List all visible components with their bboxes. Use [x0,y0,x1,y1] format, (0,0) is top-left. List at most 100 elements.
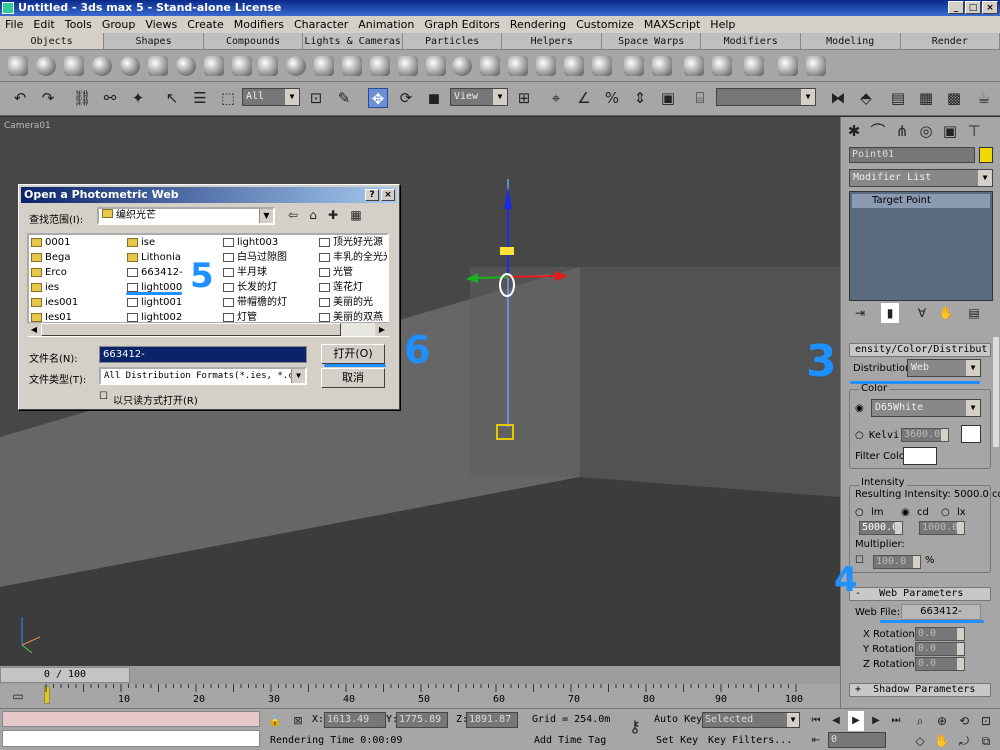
time-slider[interactable]: 0 / 100 [0,666,840,684]
menu-help[interactable]: Help [705,16,740,33]
file-list-item[interactable]: 带帽檐的灯 [223,296,287,310]
file-list-item[interactable]: ies001 [31,296,78,310]
angle-snap-icon[interactable]: ∠ [574,88,594,108]
gear-icon[interactable] [452,56,472,76]
dialog-help-button[interactable]: ? [365,189,379,201]
hose-icon[interactable] [536,56,556,76]
zoom-extents-icon[interactable]: ⊡ [978,711,994,731]
file-list-scrollbar[interactable]: ◀ ▶ [27,322,389,336]
up-folder-icon[interactable]: ⌂ [305,207,321,223]
geosphere-icon[interactable] [176,56,196,76]
viewport-label[interactable]: Camera01 [4,121,51,131]
kelvin-color-swatch[interactable] [961,425,981,443]
file-list-item[interactable]: 美丽的光 [319,296,373,310]
torus-icon[interactable] [92,56,112,76]
tube-icon[interactable] [204,56,224,76]
show-end-result-icon[interactable]: ▮ [881,303,899,323]
material-editor-icon[interactable]: ▩ [944,88,964,108]
tab-objects[interactable]: Objects [0,33,105,49]
modify-tab-icon[interactable]: ⌒ [869,121,887,141]
filename-input[interactable]: 663412- [99,346,307,363]
teapot-icon[interactable] [120,56,140,76]
tab-particles[interactable]: Particles [403,33,503,49]
menu-views[interactable]: Views [140,16,182,33]
x-rotation-spinner[interactable]: 0.0 [915,627,965,641]
object-name-field[interactable]: Point01 [849,147,975,163]
stack-item[interactable]: Target Point [852,194,990,208]
file-list-item[interactable]: light003 [223,236,278,250]
web-parameters-rollout-header[interactable]: - Web Parameters [849,587,991,601]
y-rotation-spinner[interactable]: 0.0 [915,642,965,656]
display-tab-icon[interactable]: ▣ [941,121,959,141]
file-list-item[interactable]: Erco [31,266,67,280]
lock-selection-icon[interactable]: 🔒 [268,711,282,731]
hedra-icon[interactable] [286,56,306,76]
tab-modeling[interactable]: Modeling [801,33,901,49]
menu-file[interactable]: File [0,16,28,33]
file-list-item[interactable]: Bega [31,251,71,265]
scatter-icon[interactable] [684,56,704,76]
menu-create[interactable]: Create [182,16,229,33]
modifier-stack[interactable]: Target Point [849,191,993,301]
file-list-item[interactable]: ise [127,236,155,250]
capsule-icon[interactable] [564,56,584,76]
new-folder-icon[interactable]: ✚ [325,207,341,223]
file-list-item[interactable]: 白马过隙图 [223,251,287,265]
close-button[interactable]: × [982,1,998,14]
filter-color-swatch[interactable] [903,447,937,465]
track-view-icon[interactable]: ▤ [888,88,908,108]
menu-rendering[interactable]: Rendering [505,16,571,33]
chamfer-cyl-icon[interactable] [342,56,362,76]
pivot-center-icon[interactable]: ⊞ [514,88,534,108]
mini-curve-editor-icon[interactable]: ▭ [10,686,26,706]
window-crossing-icon[interactable]: ⊡ [306,88,326,108]
select-and-manipulate-icon[interactable]: ✎ [334,88,354,108]
tab-compounds[interactable]: Compounds [204,33,304,49]
bind-to-space-warp-icon[interactable]: ✦ [128,88,148,108]
reference-coord-dropdown[interactable]: View ▼ [450,88,508,106]
set-key-button[interactable]: Set Key [656,735,698,746]
panel-scrollbar[interactable] [993,337,999,447]
preset-radio-icon[interactable]: ◉ [855,403,864,414]
mirror-icon[interactable]: ⧓ [828,88,848,108]
spindle-icon[interactable] [398,56,418,76]
plane-icon[interactable] [258,56,278,76]
readonly-checkbox[interactable]: ☐ [99,391,108,402]
select-object-icon[interactable]: ↖ [162,88,182,108]
box-icon[interactable] [8,56,28,76]
file-list-item[interactable]: 0001 [31,236,70,250]
create-tab-icon[interactable]: ✱ [845,121,863,141]
key-filters-button[interactable]: Key Filters... [708,735,792,746]
configure-sets-icon[interactable]: ▤ [965,303,983,323]
dialog-close-button[interactable]: × [381,189,395,201]
pyramid-icon[interactable] [232,56,252,76]
remove-modifier-icon[interactable]: ✋ [937,303,955,323]
make-unique-icon[interactable]: ∀ [913,303,931,323]
menu-tools[interactable]: Tools [60,16,97,33]
torus-knot-icon[interactable] [508,56,528,76]
menu-maxscript[interactable]: MAXScript [639,16,705,33]
tab-render[interactable]: Render [901,33,1000,49]
prompt-line[interactable] [2,730,260,747]
view-menu-icon[interactable]: ▦ [345,207,367,223]
cancel-button[interactable]: 取消 [321,368,385,388]
schematic-view-icon[interactable]: ▦ [916,88,936,108]
edit-named-selection-icon[interactable]: ⌸ [690,88,710,108]
tab-modifiers[interactable]: Modifiers [701,33,801,49]
file-list-item[interactable]: light001 [127,296,182,310]
lx-distance-spinner[interactable]: 1000.0 [919,521,965,535]
intensity-rollout-header[interactable]: ensity/Color/Distribut [849,343,991,357]
maximize-button[interactable]: □ [965,1,981,14]
prism-icon[interactable] [480,56,500,76]
file-list-item[interactable]: 长发的灯 [223,281,277,295]
menu-modifiers[interactable]: Modifiers [229,16,289,33]
zoom-icon[interactable]: ⌕ [912,711,928,731]
connect-icon[interactable] [712,56,732,76]
l-ext-icon[interactable] [592,56,612,76]
pan-icon[interactable]: ✋ [934,731,950,750]
multiplier-spinner[interactable]: 100.0 [873,555,921,569]
look-in-dropdown[interactable]: 编织光芒 ▼ [97,207,275,225]
named-selection-icon[interactable]: ▣ [658,88,678,108]
chamfer-box-icon[interactable] [314,56,334,76]
oil-tank-icon[interactable] [370,56,390,76]
